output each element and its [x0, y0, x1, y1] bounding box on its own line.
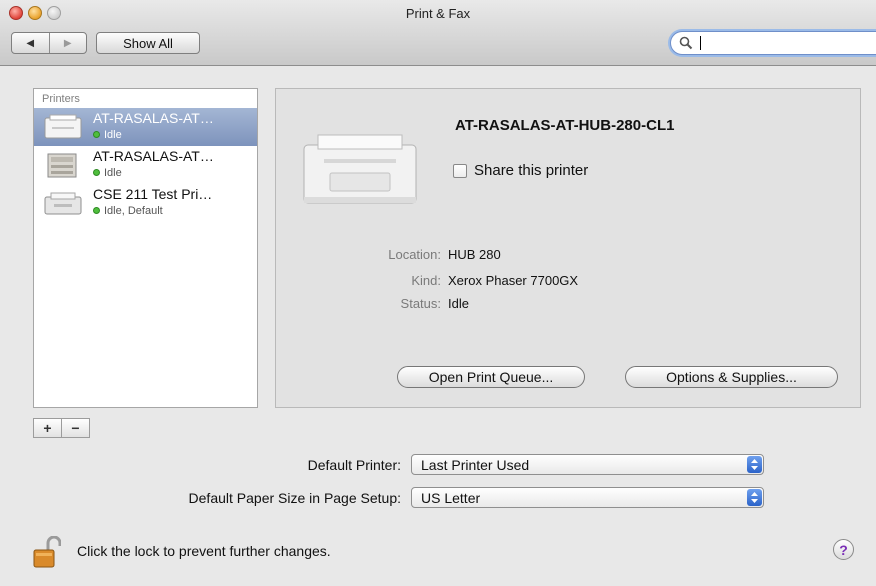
remove-printer-button[interactable]: − [62, 419, 89, 437]
history-nav: ◀ ▶ [11, 32, 87, 54]
status-dot-icon [93, 131, 100, 138]
window-title: Print & Fax [405, 6, 471, 21]
back-button[interactable]: ◀ [12, 33, 50, 53]
desktop-printer-icon [44, 192, 82, 215]
location-label: Location: [388, 247, 441, 262]
share-printer-option[interactable]: Share this printer [453, 162, 588, 179]
popup-arrows-icon [747, 489, 762, 506]
open-print-queue-button[interactable]: Open Print Queue... [397, 366, 585, 388]
title-bar: Print & Fax ◀ ▶ Show All [0, 0, 876, 66]
text-cursor [700, 36, 701, 50]
share-printer-checkbox[interactable] [453, 163, 467, 178]
printers-header: Printers [42, 93, 80, 105]
printer-list-item[interactable]: AT-RASALAS-AT… Idle [34, 108, 257, 146]
multifunction-printer-icon [47, 153, 77, 178]
default-printer-value: Last Printer Used [421, 457, 530, 473]
status-label: Status: [400, 296, 441, 311]
default-paper-value: US Letter [421, 490, 481, 506]
default-printer-label: Default Printer: [307, 457, 401, 473]
add-printer-button[interactable]: + [34, 419, 62, 437]
printer-list-item[interactable]: AT-RASALAS-AT… Idle [34, 146, 257, 184]
location-value: HUB 280 [448, 247, 501, 262]
add-remove-control: + − [33, 418, 90, 438]
kind-label: Kind: [411, 273, 441, 288]
printer-name: CSE 211 Test Pri… [93, 186, 213, 202]
printer-image-icon [303, 134, 417, 204]
printer-status: Idle, Default [93, 205, 163, 217]
status-dot-icon [93, 169, 100, 176]
printer-name: AT-RASALAS-AT… [93, 148, 214, 164]
printer-list[interactable]: Printers AT-RASALAS-AT… Idle AT-RASALAS-… [33, 88, 258, 408]
default-paper-popup[interactable]: US Letter [411, 487, 764, 508]
search-icon [679, 36, 693, 50]
options-supplies-button[interactable]: Options & Supplies... [625, 366, 838, 388]
help-button[interactable]: ? [833, 539, 854, 560]
lock-message: Click the lock to prevent further change… [77, 543, 331, 559]
default-paper-label: Default Paper Size in Page Setup: [188, 490, 401, 506]
selected-printer-name: AT-RASALAS-AT-HUB-280-CL1 [455, 117, 675, 134]
forward-button[interactable]: ▶ [50, 33, 87, 53]
show-all-button[interactable]: Show All [96, 32, 200, 54]
printer-name: AT-RASALAS-AT… [93, 110, 214, 126]
status-dot-icon [93, 207, 100, 214]
printer-list-item[interactable]: CSE 211 Test Pri… Idle, Default [34, 184, 257, 222]
popup-arrows-icon [747, 456, 762, 473]
search-input[interactable] [697, 34, 867, 52]
status-value: Idle [448, 296, 469, 311]
kind-value: Xerox Phaser 7700GX [448, 273, 579, 288]
share-printer-label: Share this printer [474, 162, 589, 179]
printer-status: Idle [93, 167, 122, 179]
lock-icon[interactable] [33, 536, 61, 568]
default-printer-popup[interactable]: Last Printer Used [411, 454, 764, 475]
printer-detail-panel: AT-RASALAS-AT-HUB-280-CL1 Share this pri… [275, 88, 861, 408]
laser-printer-icon [44, 114, 82, 139]
printer-status: Idle [93, 129, 122, 141]
search-field[interactable] [670, 31, 876, 55]
